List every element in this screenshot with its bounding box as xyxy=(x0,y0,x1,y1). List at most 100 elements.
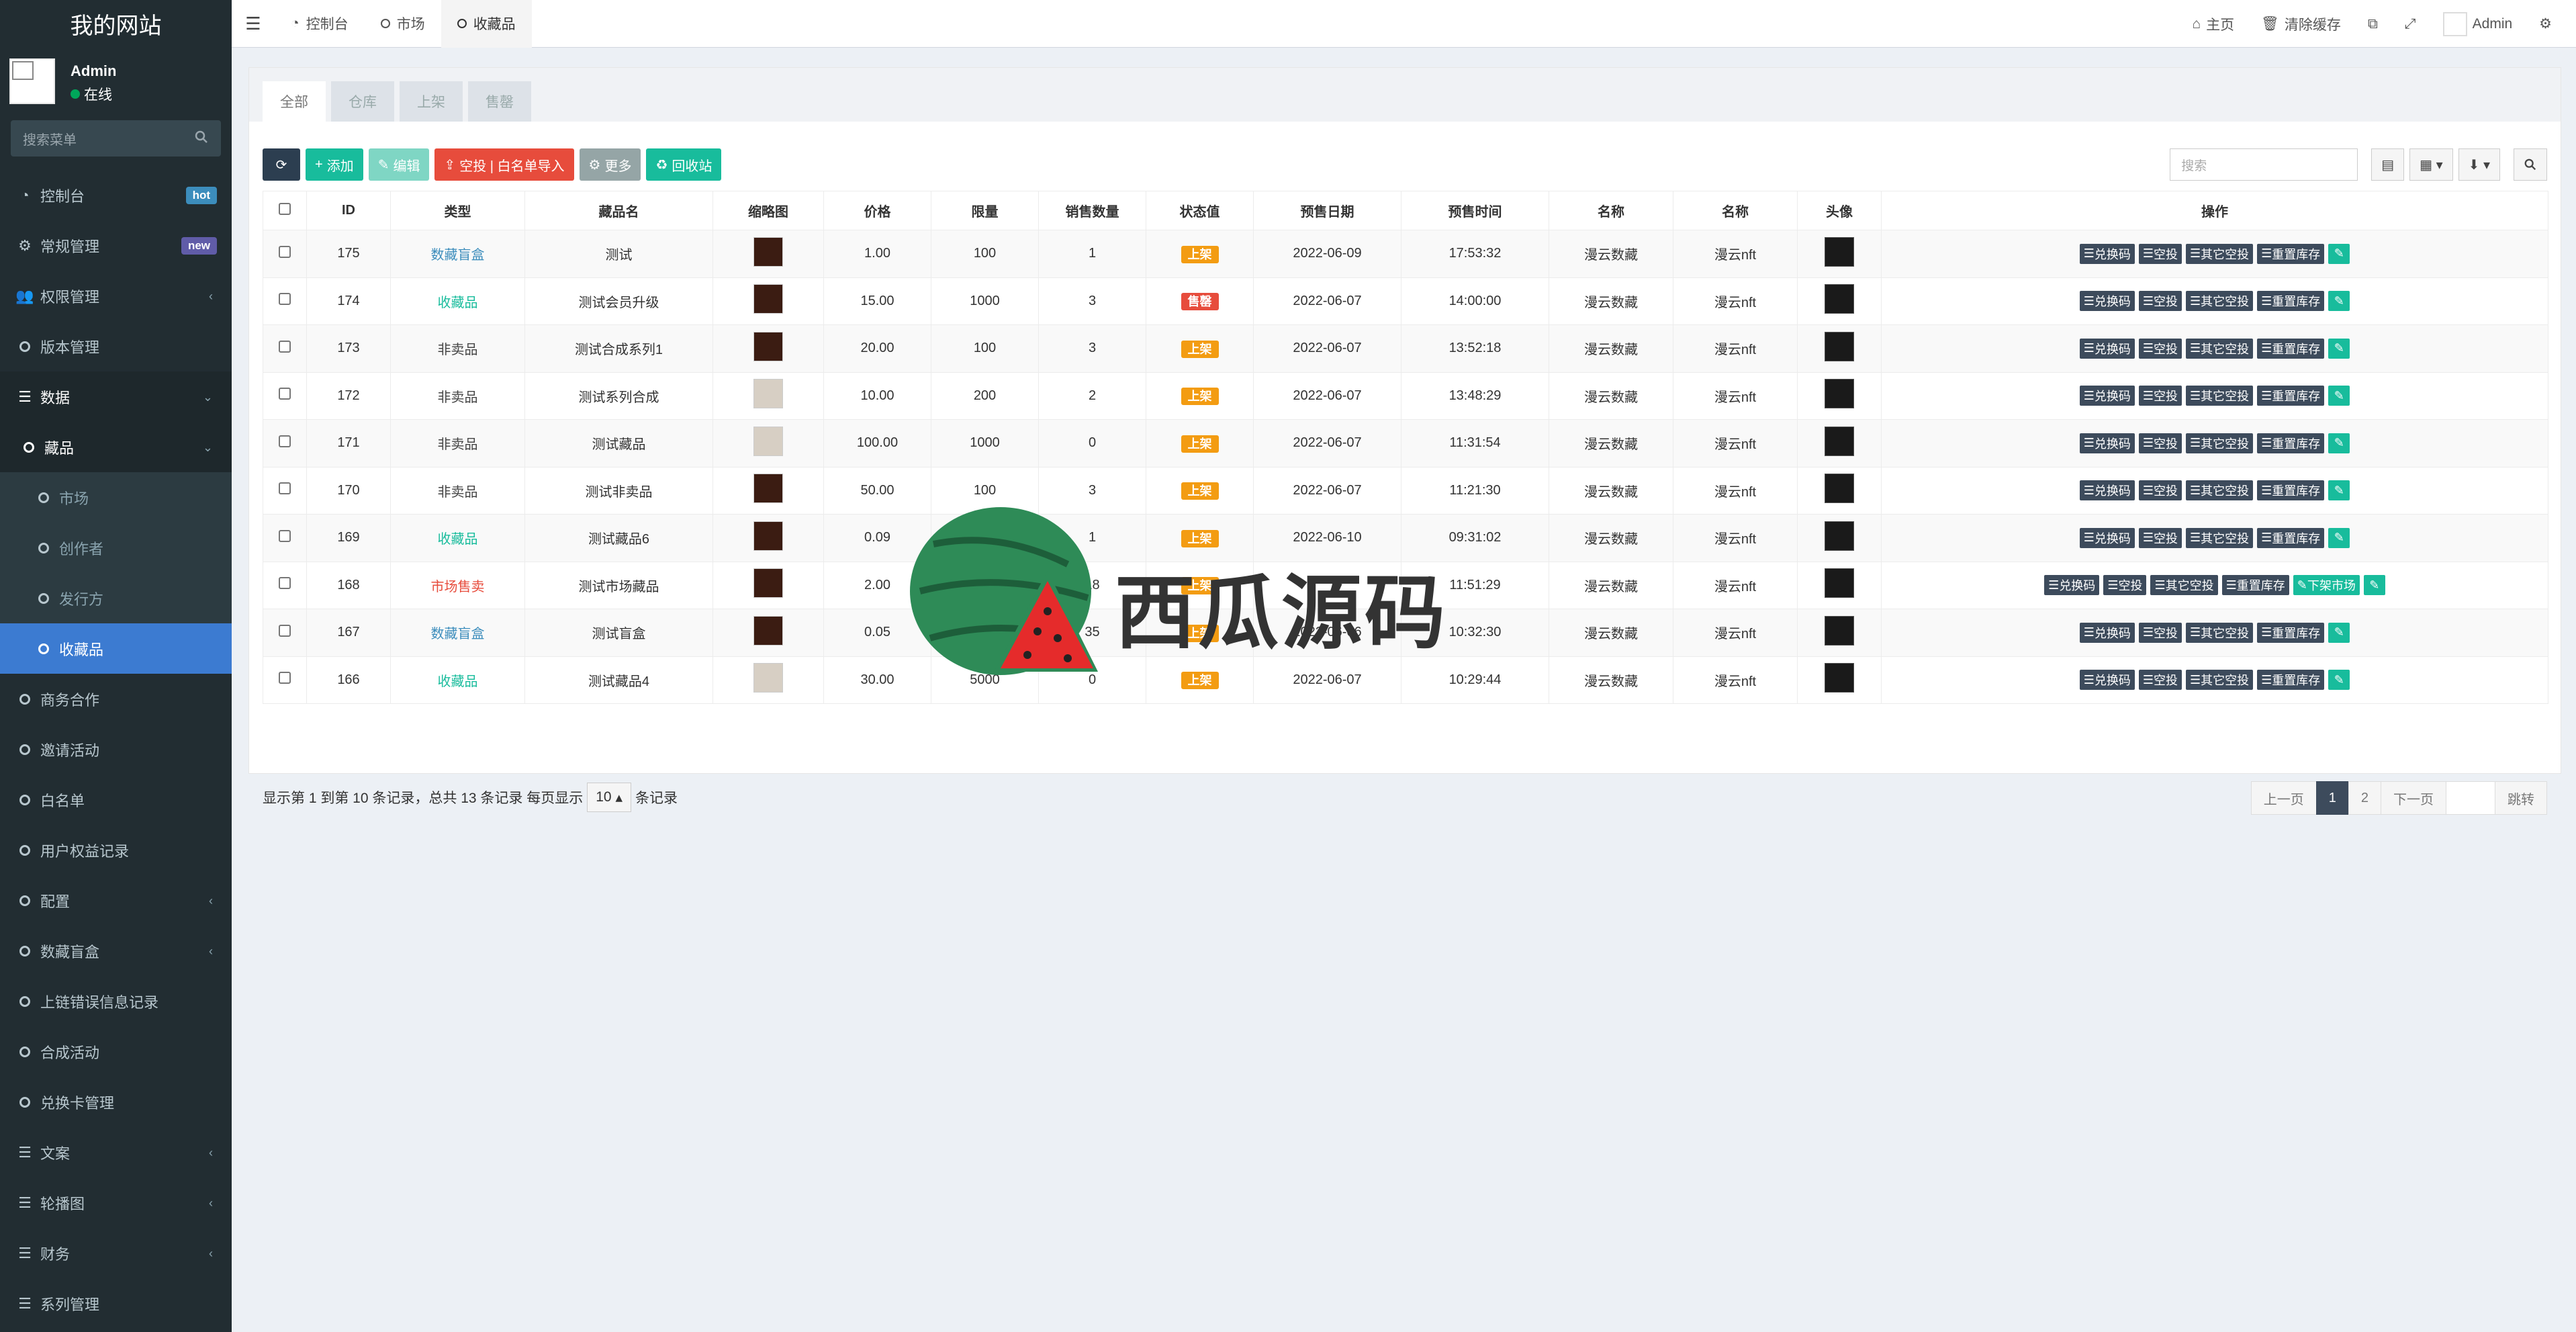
col-header[interactable]: 预售日期 xyxy=(1253,191,1401,230)
other-airdrop-button[interactable]: ☰ 其它空投 xyxy=(2186,480,2254,501)
advanced-search-icon[interactable] xyxy=(2514,148,2547,181)
subtab-all[interactable]: 全部 xyxy=(263,81,326,122)
edit-row-icon[interactable]: ✎ xyxy=(2328,433,2350,453)
airdrop-button[interactable]: ☰ 空投 xyxy=(2103,575,2147,596)
airdrop-button[interactable]: ☰ 空投 xyxy=(2138,243,2182,264)
status-badge[interactable]: 上架 xyxy=(1181,482,1219,500)
other-airdrop-button[interactable]: ☰ 其它空投 xyxy=(2186,433,2254,453)
edit-row-icon[interactable]: ✎ xyxy=(2328,386,2350,406)
cell-type[interactable]: 非卖品 xyxy=(438,390,478,405)
edit-row-icon[interactable]: ✎ xyxy=(2328,622,2350,643)
select-all-checkbox[interactable] xyxy=(279,202,291,215)
airdrop-button[interactable]: ☰ 空投 xyxy=(2138,527,2182,548)
row-checkbox[interactable] xyxy=(279,529,291,542)
edit-row-icon[interactable]: ✎ xyxy=(2328,480,2350,501)
redeem-code-button[interactable]: ☰ 兑换码 xyxy=(2079,433,2135,453)
sidebar-item[interactable]: 上链错误信息记录 xyxy=(0,976,232,1026)
subtab-warehouse[interactable]: 仓库 xyxy=(331,81,394,122)
sidebar-item[interactable]: ☰ 轮播图 ‹ xyxy=(0,1178,232,1228)
recycle-bin-button[interactable]: ♻ 回收站 xyxy=(646,148,722,181)
col-header[interactable]: 限量 xyxy=(931,191,1039,230)
airdrop-import-button[interactable]: ⇪ 空投 | 白名单导入 xyxy=(434,148,574,181)
row-checkbox[interactable] xyxy=(279,435,291,447)
cell-type[interactable]: 收藏品 xyxy=(438,674,478,689)
thumbnail-image[interactable] xyxy=(753,379,783,409)
avatar-image[interactable] xyxy=(1825,568,1854,598)
table-row[interactable]: 175 数藏盲盒 测试 1.00 100 1 上架 2022-06-09 17:53:32 漫云数… xyxy=(263,230,2548,278)
sidebar-item[interactable]: 收藏品 xyxy=(0,623,232,674)
more-button[interactable]: ⚙ 更多 xyxy=(579,148,641,181)
edit-row-icon[interactable]: ✎ xyxy=(2328,291,2350,312)
row-checkbox[interactable] xyxy=(279,340,291,353)
airdrop-button[interactable]: ☰ 空投 xyxy=(2138,386,2182,406)
select-all-cell[interactable] xyxy=(263,191,307,230)
col-header[interactable]: 类型 xyxy=(390,191,525,230)
sidebar-item[interactable]: 市场 xyxy=(0,472,232,523)
avatar-image[interactable] xyxy=(1825,474,1854,504)
avatar-image[interactable] xyxy=(1825,426,1854,456)
other-airdrop-button[interactable]: ☰ 其它空投 xyxy=(2186,243,2254,264)
next-page-button[interactable]: 下一页 xyxy=(2381,781,2446,815)
sidebar-item[interactable]: ☰ 系列管理 xyxy=(0,1278,232,1329)
cell-type[interactable]: 非卖品 xyxy=(438,343,478,357)
sidebar-item[interactable]: ◔ 控制台 hot xyxy=(0,170,232,220)
sidebar-item[interactable]: ⚙ 常规管理 new xyxy=(0,220,232,271)
col-header[interactable]: 预售时间 xyxy=(1401,191,1549,230)
redeem-code-button[interactable]: ☰ 兑换码 xyxy=(2079,291,2135,312)
columns-dropdown-icon[interactable]: ▦ ▾ xyxy=(2409,148,2453,181)
status-badge[interactable]: 上架 xyxy=(1181,245,1219,263)
prev-page-button[interactable]: 上一页 xyxy=(2250,781,2317,815)
table-row[interactable]: 172 非卖品 测试系列合成 10.00 200 2 上架 2022-06-07 13:48:2… xyxy=(263,371,2548,420)
reset-stock-button[interactable]: ☰ 重置库存 xyxy=(2257,338,2325,359)
menu-toggle-icon[interactable]: ☰ xyxy=(232,13,275,34)
col-header[interactable]: 状态值 xyxy=(1146,191,1254,230)
thumbnail-image[interactable] xyxy=(753,521,783,551)
edit-row-icon[interactable]: ✎ xyxy=(2328,243,2350,264)
tab-collectibles[interactable]: 收藏品 xyxy=(441,0,532,48)
toggle-view-icon[interactable]: ▤ xyxy=(2371,148,2405,181)
redeem-code-button[interactable]: ☰ 兑换码 xyxy=(2079,243,2135,264)
col-header[interactable]: 缩略图 xyxy=(712,191,824,230)
reset-stock-button[interactable]: ☰ 重置库存 xyxy=(2257,386,2325,406)
other-airdrop-button[interactable]: ☰ 其它空投 xyxy=(2186,386,2254,406)
cell-type[interactable]: 收藏品 xyxy=(438,532,478,547)
redeem-code-button[interactable]: ☰ 兑换码 xyxy=(2079,622,2135,643)
redeem-code-button[interactable]: ☰ 兑换码 xyxy=(2079,386,2135,406)
row-checkbox[interactable] xyxy=(279,245,291,258)
search-icon[interactable] xyxy=(194,130,209,148)
page-button[interactable]: 2 xyxy=(2348,781,2381,815)
reset-stock-button[interactable]: ☰ 重置库存 xyxy=(2257,243,2325,264)
col-header[interactable]: 价格 xyxy=(823,191,931,230)
sidebar-item[interactable]: 发行方 xyxy=(0,573,232,623)
sidebar-item[interactable]: 兑换卡管理 xyxy=(0,1077,232,1127)
reset-stock-button[interactable]: ☰ 重置库存 xyxy=(2257,527,2325,548)
avatar-image[interactable] xyxy=(1825,284,1854,314)
status-badge[interactable]: 售罄 xyxy=(1181,293,1219,311)
redeem-code-button[interactable]: ☰ 兑换码 xyxy=(2079,338,2135,359)
sidebar-item[interactable]: ☰ 文案 ‹ xyxy=(0,1127,232,1178)
thumbnail-image[interactable] xyxy=(753,284,783,314)
avatar-image[interactable] xyxy=(1825,663,1854,693)
avatar-image[interactable] xyxy=(1825,236,1854,267)
sidebar-item[interactable]: 商务合作 xyxy=(0,674,232,724)
thumbnail-image[interactable] xyxy=(753,663,783,693)
reset-stock-button[interactable]: ☰ 重置库存 xyxy=(2257,622,2325,643)
thumbnail-image[interactable] xyxy=(753,615,783,646)
reset-stock-button[interactable]: ☰ 重置库存 xyxy=(2257,433,2325,453)
cell-type[interactable]: 非卖品 xyxy=(438,485,478,500)
page-button[interactable]: 1 xyxy=(2315,781,2349,815)
reset-stock-button[interactable]: ☰ 重置库存 xyxy=(2221,575,2289,596)
table-search-input[interactable]: 搜索 xyxy=(2170,148,2358,181)
jump-page-input[interactable] xyxy=(2446,781,2495,815)
other-airdrop-button[interactable]: ☰ 其它空投 xyxy=(2186,622,2254,643)
thumbnail-image[interactable] xyxy=(753,568,783,598)
site-logo[interactable]: 我的网站 xyxy=(0,0,232,48)
thumbnail-image[interactable] xyxy=(753,426,783,456)
thumbnail-image[interactable] xyxy=(753,236,783,267)
redeem-code-button[interactable]: ☰ 兑换码 xyxy=(2079,670,2135,691)
other-airdrop-button[interactable]: ☰ 其它空投 xyxy=(2186,291,2254,312)
sidebar-item[interactable]: 数藏盲盒 ‹ xyxy=(0,926,232,976)
edit-row-icon[interactable]: ✎ xyxy=(2328,527,2350,548)
row-checkbox[interactable] xyxy=(279,577,291,590)
thumbnail-image[interactable] xyxy=(753,331,783,361)
